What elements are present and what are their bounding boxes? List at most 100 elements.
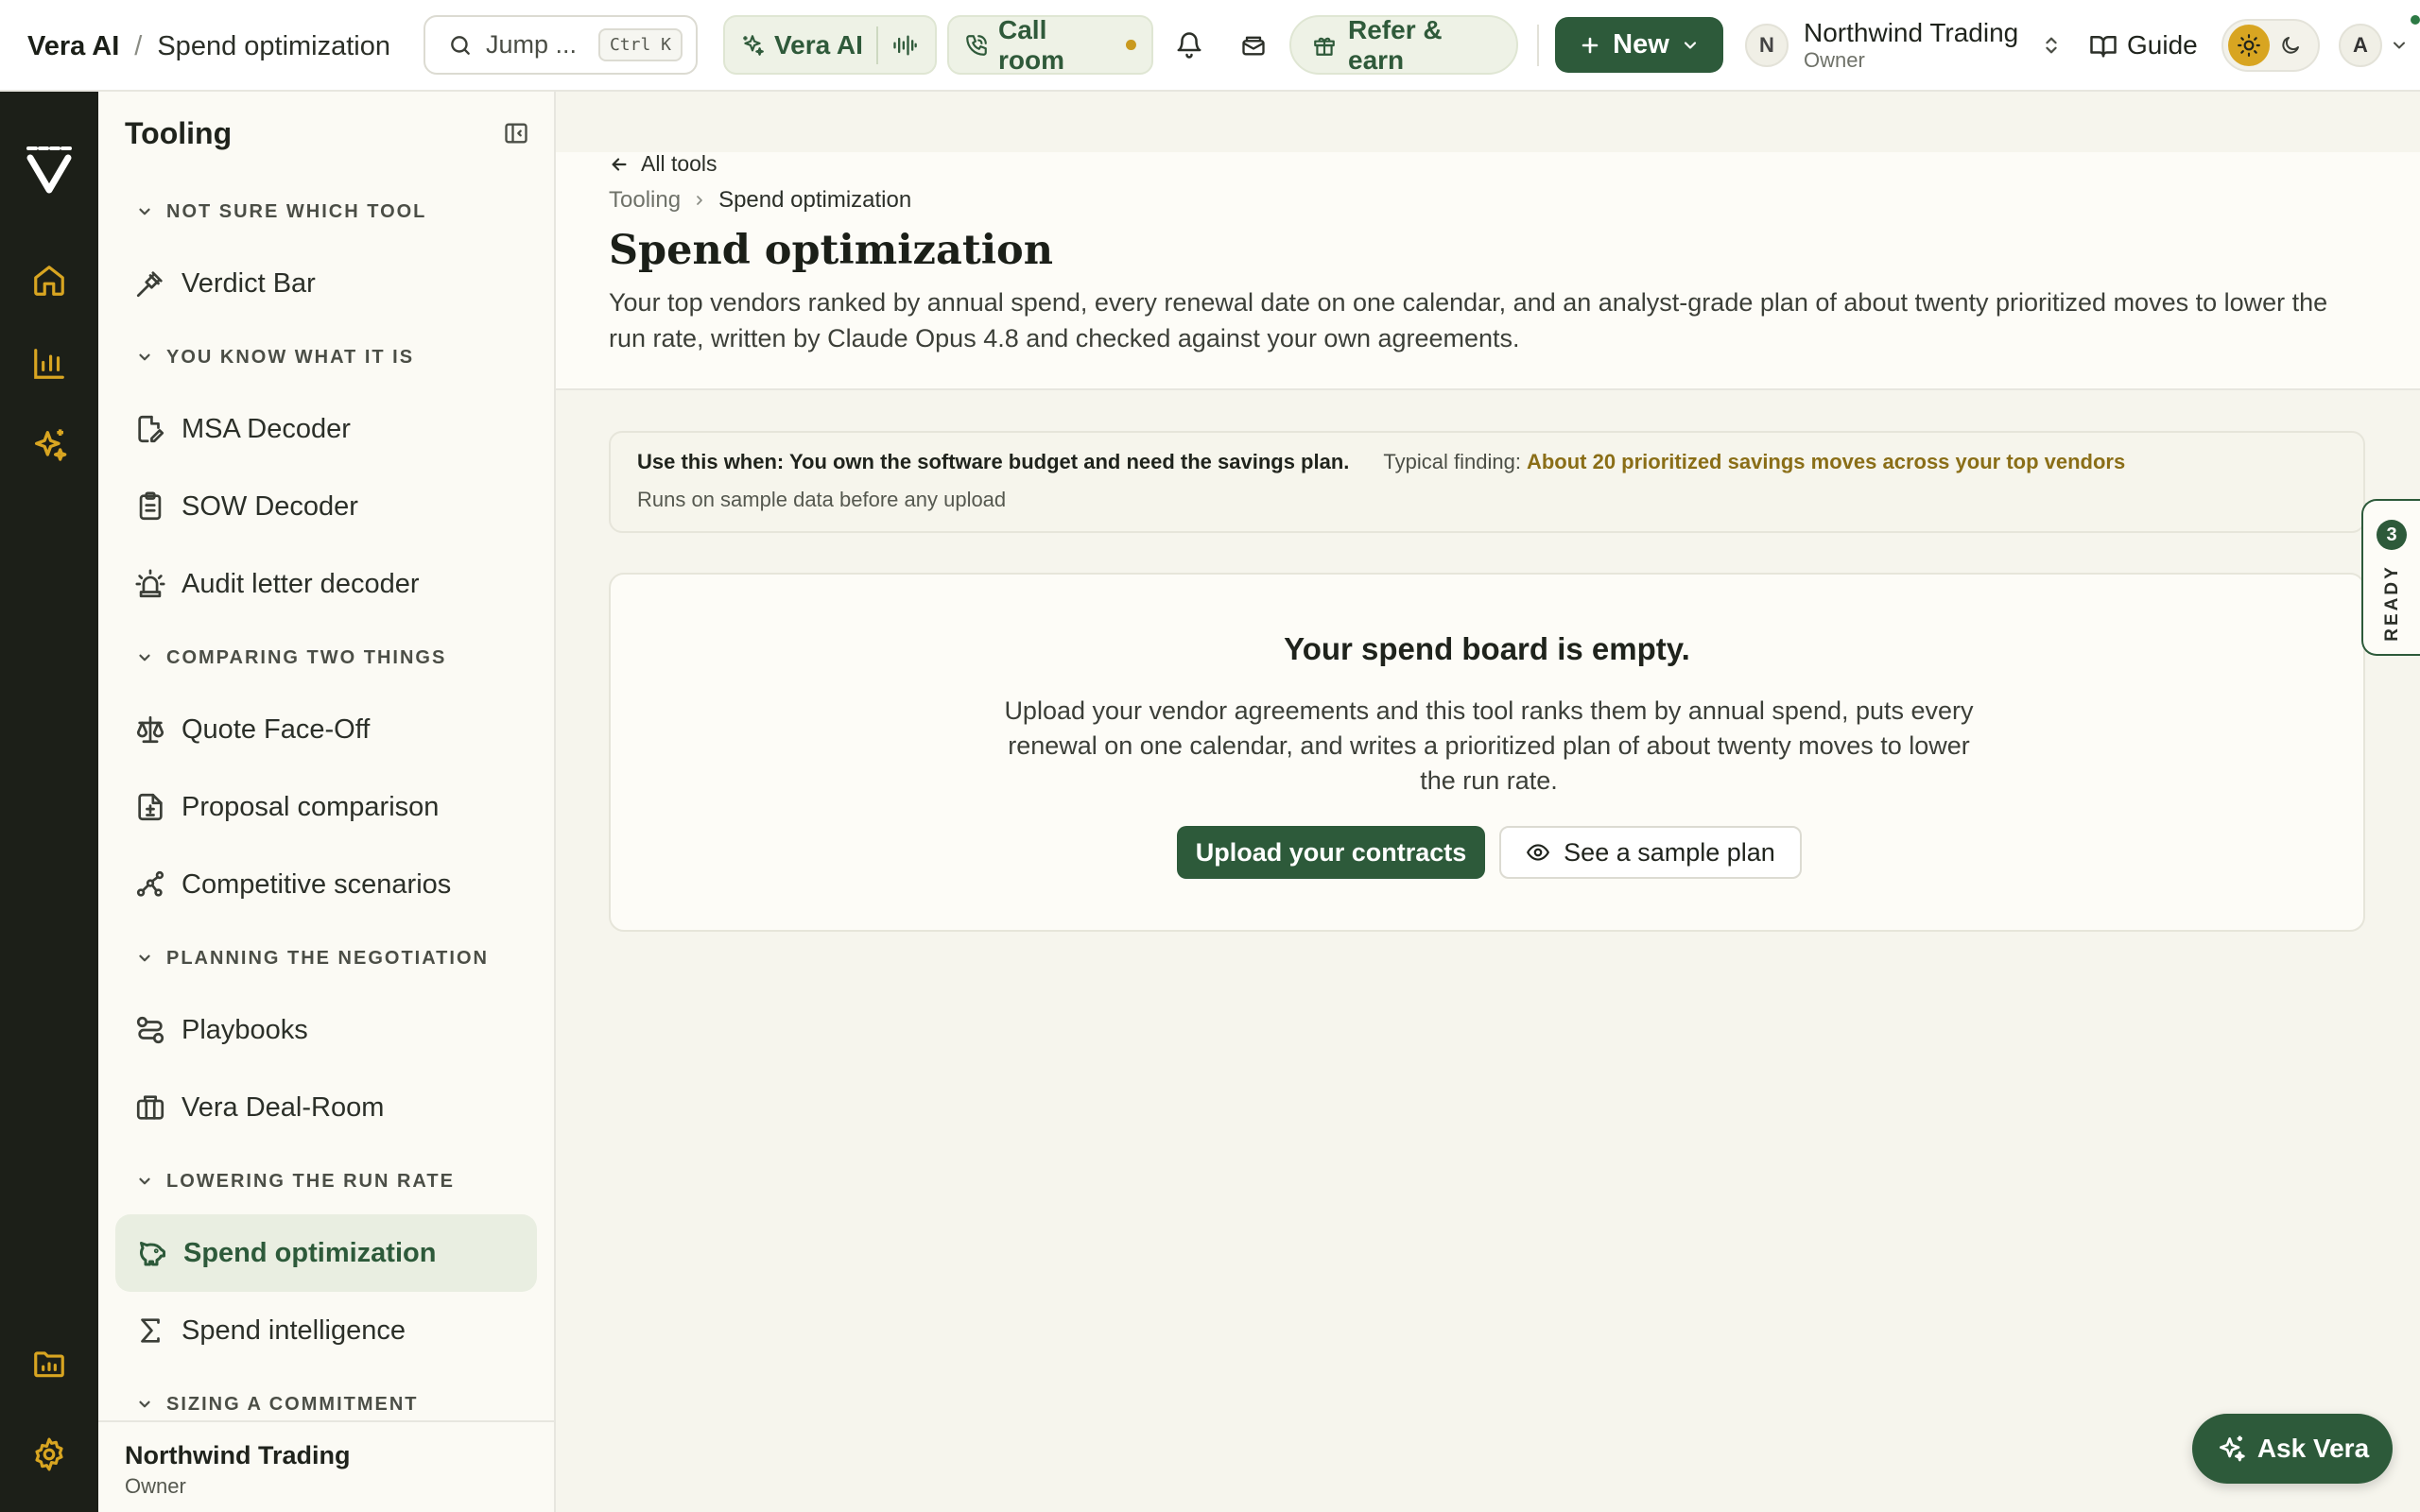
page-description: Your top vendors ranked by annual spend,… bbox=[609, 288, 2328, 352]
section-label: LOWERING THE RUN RATE bbox=[166, 1170, 455, 1192]
chevron-down-icon bbox=[139, 654, 150, 662]
bell-icon bbox=[1175, 31, 1203, 60]
sparkles-icon bbox=[740, 33, 765, 58]
home-icon[interactable] bbox=[21, 252, 78, 309]
bar-chart-icon[interactable] bbox=[21, 335, 78, 392]
audio-waveform-icon[interactable] bbox=[891, 32, 918, 59]
sidebar-section-header[interactable]: PLANNING THE NEGOTIATION bbox=[98, 925, 554, 991]
inbox-button[interactable] bbox=[1229, 21, 1278, 70]
mail-stack-icon bbox=[1240, 32, 1267, 59]
app-name[interactable]: Vera AI bbox=[27, 31, 119, 62]
gift-icon bbox=[1312, 33, 1337, 58]
sidebar-item-proposal-comparison[interactable]: Proposal comparison bbox=[115, 768, 537, 846]
chevrons-up-down-icon bbox=[2041, 33, 2062, 58]
sidebar-item-quote-face-off[interactable]: Quote Face-Off bbox=[115, 691, 537, 768]
chevron-down-icon bbox=[139, 1400, 150, 1408]
ready-label: READY bbox=[2382, 564, 2402, 642]
toolbar-divider bbox=[1537, 25, 1539, 66]
chevron-down-icon bbox=[139, 954, 150, 962]
vera-ai-label: Vera AI bbox=[774, 29, 863, 60]
chevron-down-icon bbox=[1681, 36, 1700, 55]
use-when-text: Use this when: You own the software budg… bbox=[637, 450, 1350, 473]
empty-state-body: Upload your vendor agreements and this t… bbox=[1004, 696, 1974, 795]
call-status-dot bbox=[1126, 40, 1136, 50]
sun-icon[interactable] bbox=[2228, 25, 2270, 66]
main-top-band bbox=[556, 92, 2420, 152]
chevron-down-icon bbox=[139, 208, 150, 215]
sidebar-item-playbooks[interactable]: Playbooks bbox=[115, 991, 537, 1069]
see-sample-plan-label: See a sample plan bbox=[1564, 837, 1775, 867]
sidebar-collapse-icon[interactable] bbox=[503, 120, 529, 146]
sidebar-item-label: Proposal comparison bbox=[182, 791, 440, 822]
settings-gear-icon[interactable] bbox=[21, 1426, 78, 1483]
jump-search[interactable]: Jump ... Ctrl K bbox=[424, 15, 698, 75]
online-status-dot bbox=[2411, 15, 2420, 25]
sidebar-item-spend-intelligence[interactable]: Spend intelligence bbox=[115, 1292, 537, 1369]
search-shortcut: Ctrl K bbox=[597, 28, 683, 61]
notifications-button[interactable] bbox=[1165, 21, 1214, 70]
gavel-icon bbox=[136, 271, 163, 298]
sidebar-item-label: Competitive scenarios bbox=[182, 868, 452, 900]
page-title: Spend optimization bbox=[609, 227, 1053, 274]
upload-contracts-button[interactable]: Upload your contracts bbox=[1177, 826, 1485, 879]
top-bar: Vera AI / Spend optimization Jump ... Ct… bbox=[0, 0, 2420, 92]
folder-chart-icon[interactable] bbox=[21, 1335, 78, 1392]
sidebar-item-audit-letter-decoder[interactable]: Audit letter decoder bbox=[115, 545, 537, 623]
call-room-button[interactable]: Call room bbox=[947, 15, 1153, 75]
usage-info-card: Use this when: You own the software budg… bbox=[609, 431, 2365, 533]
sidebar-section-header[interactable]: NOT SURE WHICH TOOL bbox=[98, 179, 554, 245]
user-avatar: A bbox=[2339, 24, 2382, 67]
sidebar-item-msa-decoder[interactable]: MSA Decoder bbox=[115, 390, 537, 468]
sidebar-item-label: Vera Deal-Room bbox=[182, 1091, 385, 1123]
pill-divider bbox=[875, 26, 878, 64]
header-breadcrumb: Vera AI / Spend optimization bbox=[27, 25, 390, 68]
new-button[interactable]: New bbox=[1555, 17, 1723, 73]
refer-earn-button[interactable]: Refer & earn bbox=[1289, 15, 1518, 75]
vera-ai-button[interactable]: Vera AI bbox=[723, 15, 937, 75]
back-label: All tools bbox=[641, 151, 717, 176]
arrow-left-icon bbox=[612, 157, 627, 171]
org-name: Northwind Trading bbox=[1804, 17, 2019, 47]
chevron-right-icon bbox=[692, 193, 707, 208]
ask-vera-label: Ask Vera bbox=[2256, 1434, 2370, 1463]
sidebar-item-vera-deal-room[interactable]: Vera Deal-Room bbox=[115, 1069, 537, 1146]
sidebar-section-header[interactable]: COMPARING TWO THINGS bbox=[98, 625, 554, 691]
guide-label: Guide bbox=[2127, 30, 2198, 60]
sidebar-footer-org[interactable]: Northwind Trading Owner bbox=[98, 1420, 554, 1512]
typical-finding-label: Typical finding: bbox=[1383, 450, 1521, 473]
sidebar-item-sow-decoder[interactable]: SOW Decoder bbox=[115, 468, 537, 545]
ask-vera-button[interactable]: Ask Vera bbox=[2192, 1414, 2393, 1484]
moon-icon[interactable] bbox=[2270, 25, 2311, 66]
org-switcher[interactable]: N Northwind Trading Owner bbox=[1745, 15, 2062, 76]
sidebar-item-competitive-scenarios[interactable]: Competitive scenarios bbox=[115, 846, 537, 923]
sidebar-item-label: MSA Decoder bbox=[182, 413, 351, 444]
page-body bbox=[556, 390, 2420, 1512]
account-menu[interactable]: A bbox=[2339, 15, 2420, 70]
theme-toggle[interactable] bbox=[2221, 19, 2320, 72]
sidebar-item-verdict-bar[interactable]: Verdict Bar bbox=[115, 245, 537, 322]
tooling-sidebar: Tooling NOT SURE WHICH TOOL Verdict Bar … bbox=[98, 92, 556, 1512]
section-label: COMPARING TWO THINGS bbox=[166, 646, 447, 668]
sidebar-item-label: Playbooks bbox=[182, 1014, 308, 1045]
sparkles-icon[interactable] bbox=[21, 417, 78, 473]
section-label: PLANNING THE NEGOTIATION bbox=[166, 947, 489, 969]
breadcrumb-current: Spend optimization bbox=[718, 187, 912, 213]
back-to-all-tools-link[interactable]: All tools bbox=[609, 151, 717, 177]
book-open-icon bbox=[2089, 31, 2118, 60]
plus-icon bbox=[1579, 34, 1601, 57]
vera-logo-icon[interactable] bbox=[21, 141, 78, 198]
sidebar-title: Tooling bbox=[125, 116, 233, 150]
org-avatar: N bbox=[1745, 24, 1789, 67]
sidebar-section-header[interactable]: LOWERING THE RUN RATE bbox=[98, 1148, 554, 1214]
sidebar-section-header[interactable]: YOU KNOW WHAT IT IS bbox=[98, 324, 554, 390]
chevron-down-icon bbox=[139, 1177, 150, 1185]
new-label: New bbox=[1613, 29, 1669, 60]
section-label: YOU KNOW WHAT IT IS bbox=[166, 346, 415, 368]
see-sample-plan-button[interactable]: See a sample plan bbox=[1499, 826, 1802, 879]
empty-state-card: Your spend board is empty. Upload your v… bbox=[609, 573, 2365, 932]
sidebar-item-spend-optimization[interactable]: Spend optimization bbox=[115, 1214, 537, 1292]
guide-button[interactable]: Guide bbox=[2089, 23, 2198, 68]
sample-data-note: Runs on sample data before any upload bbox=[637, 488, 1007, 511]
ready-side-tab[interactable]: 3 READY bbox=[2361, 499, 2420, 656]
breadcrumb-parent[interactable]: Tooling bbox=[609, 187, 681, 214]
